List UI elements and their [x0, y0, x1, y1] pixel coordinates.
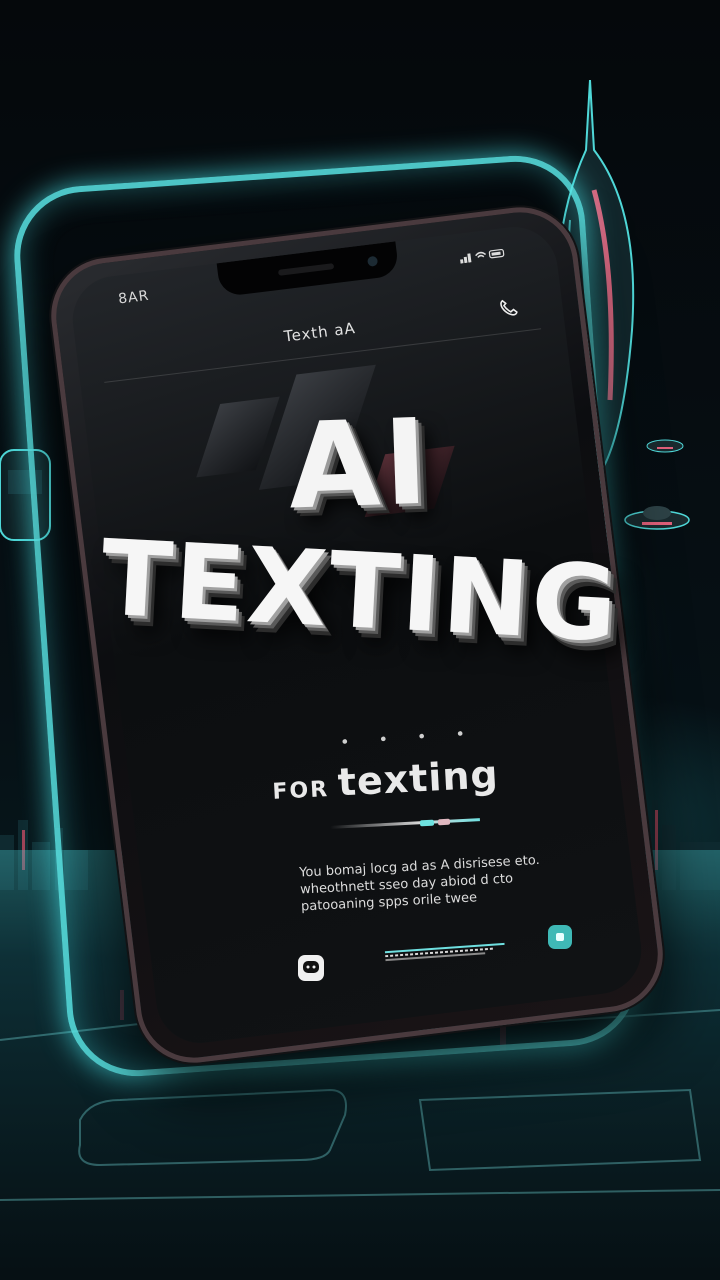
record-icon[interactable] [548, 925, 572, 949]
status-time: 8AR [117, 287, 151, 308]
speaker-grill [277, 263, 335, 276]
status-icons [459, 246, 506, 266]
app-header: Texth aA [99, 286, 542, 383]
header-title: Texth aA [282, 318, 357, 346]
camera-icon [367, 255, 379, 267]
progress-indicator [419, 819, 435, 827]
phone-call-icon[interactable] [497, 297, 520, 324]
chat-bubble-icon[interactable] [298, 955, 324, 981]
signal-wifi-battery-icons [460, 248, 505, 264]
progress-indicator [437, 818, 451, 826]
poster-scene: 8AR Texth aA AI TEXTING • • • • FOR text… [0, 0, 720, 1280]
tagline-prefix: FOR [271, 776, 330, 805]
phone-notch [216, 241, 400, 298]
tagline-main: texting [336, 752, 500, 805]
